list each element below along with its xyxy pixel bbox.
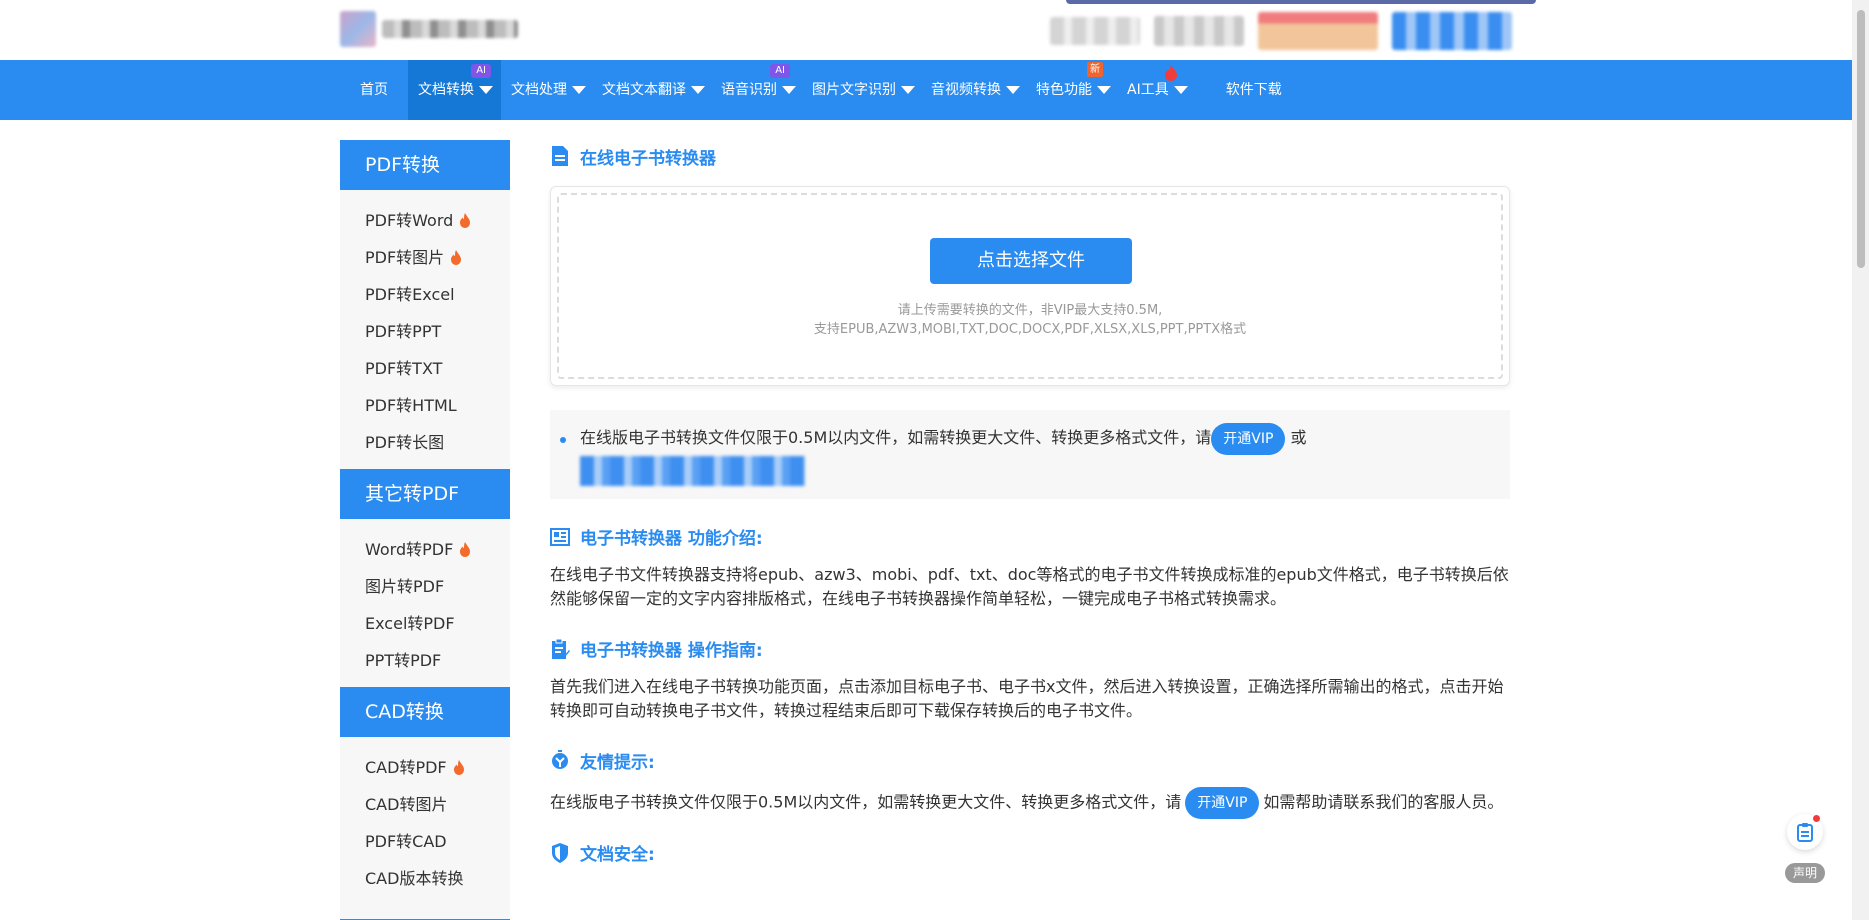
sidebar-group-title: PDF转换: [340, 140, 510, 190]
sidebar-group-title: 其它转PDF: [340, 469, 510, 519]
scrollbar-thumb[interactable]: [1857, 10, 1865, 268]
chevron-down-icon: [691, 86, 705, 94]
guide-title: 电子书转换器 操作指南:: [550, 637, 1510, 661]
header-button-blurred[interactable]: [1392, 12, 1512, 50]
document-icon: [552, 146, 568, 166]
security-title: 文档安全:: [550, 841, 1510, 865]
security-section: 文档安全:: [550, 841, 1510, 865]
newspaper-icon: [550, 527, 570, 546]
chevron-down-icon: [782, 86, 796, 94]
user-area: [1050, 12, 1512, 50]
sidebar-item-image-to-pdf[interactable]: 图片转PDF: [340, 568, 510, 605]
guide-text: 首先我们进入在线电子书转换功能页面，点击添加目标电子书、电子书x文件，然后进入转…: [550, 676, 1504, 720]
lightbulb-icon: [552, 749, 568, 769]
sidebar-item-cad-version-convert[interactable]: CAD版本转换: [340, 860, 510, 897]
bullet-dot: [560, 437, 566, 443]
upload-hint: 请上传需要转换的文件，非VIP最大支持0.5M, 支持EPUB,AZW3,MOB…: [813, 303, 1247, 337]
sidebar-item-pdf-to-html[interactable]: PDF转HTML: [340, 387, 510, 424]
guide-section: 电子书转换器 操作指南: 首先我们进入在线电子书转换功能页面，点击添加目标电子书…: [550, 637, 1510, 723]
tip-section: 友情提示: 在线版电子书转换文件仅限于0.5M以内文件，如需转换更大文件、转换更…: [550, 749, 1510, 819]
sidebar-item-pdf-to-txt[interactable]: PDF转TXT: [340, 350, 510, 387]
intro-section: 电子书转换器 功能介绍: 在线电子书文件转换器支持将epub、azw3、mobi…: [550, 525, 1510, 611]
chevron-down-icon: [1097, 86, 1111, 94]
sidebar-group-title: CAD转换: [340, 687, 510, 737]
scrollbar[interactable]: [1852, 0, 1869, 920]
fire-icon: [451, 250, 462, 265]
page-title: 在线电子书转换器: [550, 144, 1510, 169]
sidebar-item-excel-to-pdf[interactable]: Excel转PDF: [340, 605, 510, 642]
sidebar-item-pdf-to-excel[interactable]: PDF转Excel: [340, 276, 510, 313]
chevron-down-icon: [572, 86, 586, 94]
top-header: [0, 0, 1852, 60]
sidebar-item-pdf-to-ppt[interactable]: PDF转PPT: [340, 313, 510, 350]
top-accent-bar: [1066, 0, 1536, 4]
nav-software-download[interactable]: 软件下载: [1216, 60, 1292, 120]
fire-icon: [460, 213, 471, 228]
nav-av-convert[interactable]: 音视频转换: [921, 60, 1026, 120]
notification-dot: [1813, 815, 1820, 822]
sidebar-item-cad-to-image[interactable]: CAD转图片: [340, 786, 510, 823]
chevron-down-icon: [1173, 86, 1188, 94]
sidebar-item-pdf-to-word[interactable]: PDF转Word: [340, 202, 510, 239]
intro-text: 在线电子书文件转换器支持将epub、azw3、mobi、pdf、txt、doc等…: [550, 564, 1509, 608]
sidebar-item-ppt-to-pdf[interactable]: PPT转PDF: [340, 642, 510, 679]
intro-title: 电子书转换器 功能介绍:: [550, 525, 1510, 549]
fire-icon: [1165, 65, 1178, 81]
sidebar-item-cad-to-pdf[interactable]: CAD转PDF: [340, 749, 510, 786]
tip-title: 友情提示:: [550, 749, 1510, 773]
clipboard-edit-icon: [552, 638, 570, 659]
ai-badge: AI: [471, 64, 491, 78]
blurred-link[interactable]: [580, 456, 805, 486]
header-link-blurred-2[interactable]: [1154, 16, 1244, 46]
logo-text-blurred: [382, 20, 518, 38]
header-promo-blurred[interactable]: [1258, 12, 1378, 50]
sidebar-item-word-to-pdf[interactable]: Word转PDF: [340, 531, 510, 568]
ai-badge: AI: [770, 64, 790, 78]
shield-icon: [552, 842, 568, 863]
limit-notice: 在线版电子书转换文件仅限于0.5M以内文件，如需转换更大文件、转换更多格式文件，…: [550, 410, 1510, 499]
nav-speech-recognition[interactable]: AI 语音识别: [711, 60, 802, 120]
sidebar-item-pdf-to-long-image[interactable]: PDF转长图: [340, 424, 510, 461]
sidebar: PDF转换 PDF转Word PDF转图片 PDF转Excel PDF转PPT …: [340, 140, 510, 920]
nav-image-ocr[interactable]: 图片文字识别: [802, 60, 921, 120]
chevron-down-icon: [479, 86, 493, 94]
open-vip-button[interactable]: 开通VIP: [1185, 786, 1260, 819]
chevron-down-icon: [1006, 86, 1020, 94]
fire-icon: [453, 760, 464, 775]
upload-dashed-border: [557, 193, 1503, 379]
statement-label[interactable]: 声明: [1785, 863, 1825, 883]
nav-features[interactable]: 新 特色功能: [1026, 60, 1117, 120]
header-link-blurred-1[interactable]: [1050, 17, 1140, 45]
chevron-down-icon: [901, 86, 915, 94]
nav-doc-process[interactable]: 文档处理: [501, 60, 592, 120]
nav-home[interactable]: 首页: [340, 60, 408, 120]
fire-icon: [460, 542, 471, 557]
logo-mark: [340, 11, 376, 47]
site-logo[interactable]: [340, 10, 520, 48]
open-vip-button[interactable]: 开通VIP: [1211, 422, 1286, 455]
clipboard-icon: [1797, 823, 1813, 842]
upload-dropzone[interactable]: 点击选择文件 请上传需要转换的文件，非VIP最大支持0.5M, 支持EPUB,A…: [550, 186, 1510, 386]
main-content: 在线电子书转换器 点击选择文件 请上传需要转换的文件，非VIP最大支持0.5M,…: [550, 140, 1510, 865]
nav-doc-convert[interactable]: AI 文档转换: [408, 60, 501, 120]
nav-ai-tools[interactable]: AI工具: [1117, 60, 1216, 120]
new-badge: 新: [1087, 62, 1103, 77]
nav-doc-translate[interactable]: 文档文本翻译: [592, 60, 711, 120]
select-file-button[interactable]: 点击选择文件: [930, 238, 1132, 284]
sidebar-item-pdf-to-cad[interactable]: PDF转CAD: [340, 823, 510, 860]
tip-text: 在线版电子书转换文件仅限于0.5M以内文件，如需转换更大文件、转换更多格式文件，…: [550, 786, 1510, 819]
main-nav: 首页 AI 文档转换 文档处理 文档文本翻译 AI 语音识别 图片文字识别 音视…: [0, 60, 1852, 120]
sidebar-item-pdf-to-image[interactable]: PDF转图片: [340, 239, 510, 276]
